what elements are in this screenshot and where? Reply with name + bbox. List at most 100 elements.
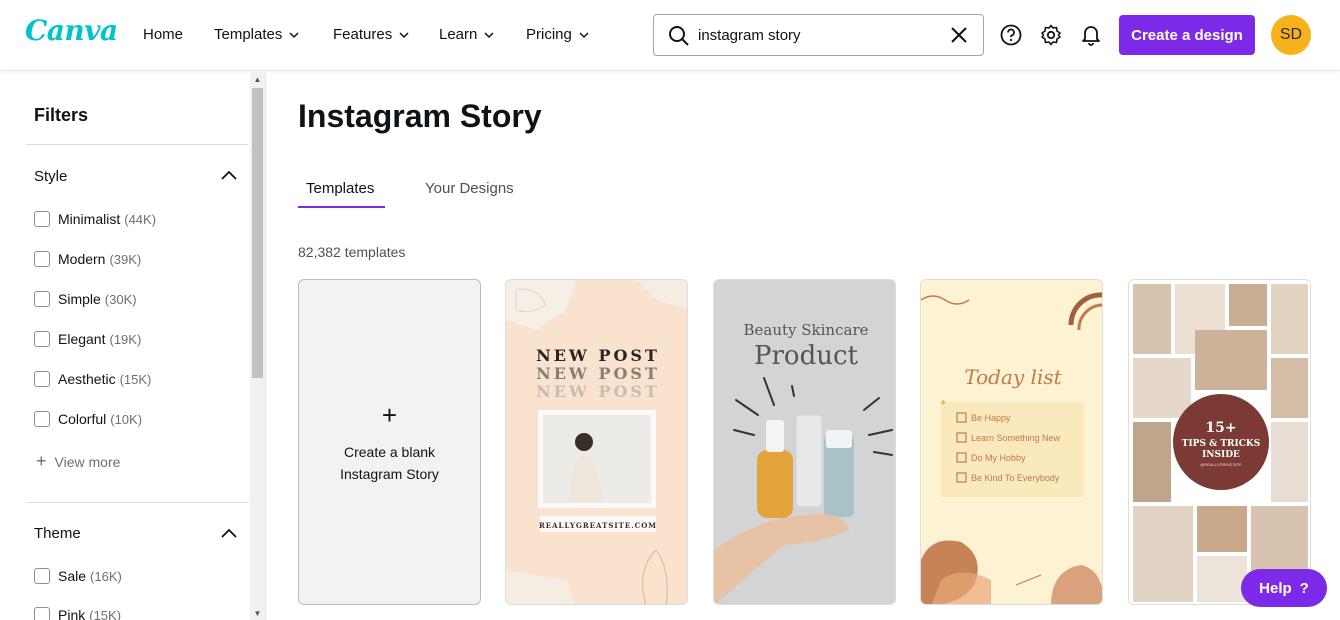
plus-icon: + [36, 451, 47, 471]
checkbox[interactable] [34, 568, 50, 584]
template-card-new-post[interactable]: NEW POST NEW POST NEW POST REALLYGREATSI… [505, 279, 688, 605]
filter-count: (39K) [109, 251, 142, 267]
skincare-line-1: Beauty Skincare [744, 321, 869, 339]
divider [26, 502, 249, 503]
tips-line-1: TIPS & TRICKS [1182, 439, 1260, 449]
checkbox[interactable] [34, 211, 50, 227]
template-thumbnail: Beauty Skincare Product [714, 321, 893, 604]
filter-count: (16K) [90, 568, 122, 584]
filter-simple[interactable]: Simple (30K) [34, 291, 137, 307]
template-thumbnail: NEW POST NEW POST NEW POST REALLYGREATSI… [506, 280, 687, 604]
chevron-down-icon [289, 31, 299, 38]
filter-sale[interactable]: Sale (16K) [34, 568, 122, 584]
filter-count: (15K) [89, 607, 122, 620]
tips-handle: @REALLYGREATSITE [1200, 462, 1242, 467]
filter-count: (15K) [119, 371, 152, 387]
filter-label: Modern [58, 251, 106, 267]
chevron-up-icon[interactable] [220, 169, 238, 181]
search-input[interactable] [698, 24, 938, 46]
create-design-button[interactable]: Create a design [1119, 15, 1255, 55]
clear-search-icon[interactable] [950, 26, 968, 44]
question-mark-icon: ? [1299, 579, 1309, 597]
tips-big-number: 15+ [1205, 420, 1236, 436]
skincare-line-2: Product [754, 341, 859, 371]
filter-count: (30K) [104, 291, 137, 307]
filters-sidebar: Filters Style Minimalist (44K) Modern (39K… [0, 72, 266, 620]
filter-label: Pink [58, 607, 86, 620]
nav-learn[interactable]: Learn [439, 26, 495, 43]
active-tab-indicator [298, 206, 385, 208]
template-thumbnail: 15+ TIPS & TRICKS INSIDE @REALLYGREATSIT… [1129, 280, 1310, 604]
top-header: Canva Home Templates Features Learn Pric… [0, 0, 1340, 71]
checkbox[interactable] [34, 607, 50, 620]
new-post-line-1: NEW POST [536, 346, 660, 365]
canva-logo[interactable]: Canva [25, 14, 118, 47]
filter-pink[interactable]: Pink (15K) [34, 607, 121, 620]
scrollbar-thumb[interactable] [252, 88, 263, 378]
filter-label: Elegant [58, 331, 106, 347]
nav-features[interactable]: Features [333, 26, 410, 43]
nav-pricing[interactable]: Pricing [526, 26, 590, 43]
new-post-line-2: NEW POST [536, 364, 660, 383]
filter-label: Simple [58, 291, 101, 307]
theme-section-title[interactable]: Theme [34, 525, 81, 542]
nav-templates-label: Templates [214, 26, 283, 43]
today-item-3: Do My Hobby [971, 453, 1026, 463]
tips-line-2: INSIDE [1202, 450, 1240, 460]
template-card-tips-tricks[interactable]: 15+ TIPS & TRICKS INSIDE @REALLYGREATSIT… [1128, 279, 1311, 605]
tab-your-designs[interactable]: Your Designs [425, 180, 514, 197]
checkbox[interactable] [34, 291, 50, 307]
nav-learn-label: Learn [439, 26, 478, 43]
view-more-link[interactable]: + View more [36, 451, 120, 472]
filter-label: Sale [58, 568, 87, 584]
filter-aesthetic[interactable]: Aesthetic (15K) [34, 371, 151, 387]
page-title: Instagram Story [298, 98, 542, 134]
filters-title: Filters [34, 105, 89, 125]
divider [26, 144, 249, 145]
tab-templates[interactable]: Templates [306, 180, 374, 197]
filter-label: Colorful [58, 411, 107, 427]
nav-templates[interactable]: Templates [214, 26, 300, 43]
filter-count: (19K) [109, 331, 142, 347]
create-blank-card[interactable]: + Create a blank Instagram Story [298, 279, 481, 605]
checkbox[interactable] [34, 371, 50, 387]
scroll-down-arrow-icon[interactable]: ▼ [253, 609, 262, 618]
svg-text:✦: ✦ [939, 398, 947, 409]
search-box [653, 14, 984, 56]
today-item-2: Learn Something New [971, 433, 1061, 443]
chevron-down-icon [579, 31, 589, 38]
filter-count: (44K) [124, 211, 157, 227]
scroll-up-arrow-icon[interactable]: ▲ [253, 75, 262, 84]
card-footer-text: REALLYGREATSITE.COM [539, 521, 657, 530]
checkbox[interactable] [34, 251, 50, 267]
filter-elegant[interactable]: Elegant (19K) [34, 331, 141, 347]
chevron-down-icon [484, 31, 494, 38]
settings-gear-icon[interactable] [1040, 24, 1062, 46]
filter-modern[interactable]: Modern (39K) [34, 251, 141, 267]
new-post-line-3: NEW POST [536, 382, 660, 401]
search-icon [669, 26, 689, 46]
filter-label: Minimalist [58, 211, 121, 227]
help-circle-icon[interactable] [1000, 24, 1022, 46]
checkbox[interactable] [34, 331, 50, 347]
sidebar-scrollbar[interactable]: ▲ ▼ [250, 72, 265, 620]
template-card-skincare[interactable]: Beauty Skincare Product [713, 279, 896, 605]
nav-home[interactable]: Home [143, 26, 183, 43]
nav-home-label: Home [143, 26, 184, 43]
chevron-up-icon[interactable] [220, 527, 238, 539]
chevron-down-icon [399, 31, 409, 38]
filter-minimalist[interactable]: Minimalist (44K) [34, 211, 156, 227]
template-count: 82,382 templates [298, 244, 406, 260]
style-section-title[interactable]: Style [34, 168, 67, 185]
filter-colorful[interactable]: Colorful (10K) [34, 411, 142, 427]
notification-bell-icon[interactable] [1081, 24, 1101, 46]
checkbox[interactable] [34, 411, 50, 427]
create-blank-label: Create a blank Instagram Story [340, 443, 439, 482]
help-button[interactable]: Help? [1241, 569, 1327, 607]
help-label: Help [1259, 579, 1292, 597]
nav-features-label: Features [333, 26, 393, 43]
today-list-title: Today list [964, 365, 1062, 389]
user-avatar[interactable]: SD [1271, 15, 1311, 55]
template-card-today-list[interactable]: Today list Be Happy Learn Something New … [920, 279, 1103, 605]
today-item-4: Be Kind To Everybody [971, 473, 1060, 483]
